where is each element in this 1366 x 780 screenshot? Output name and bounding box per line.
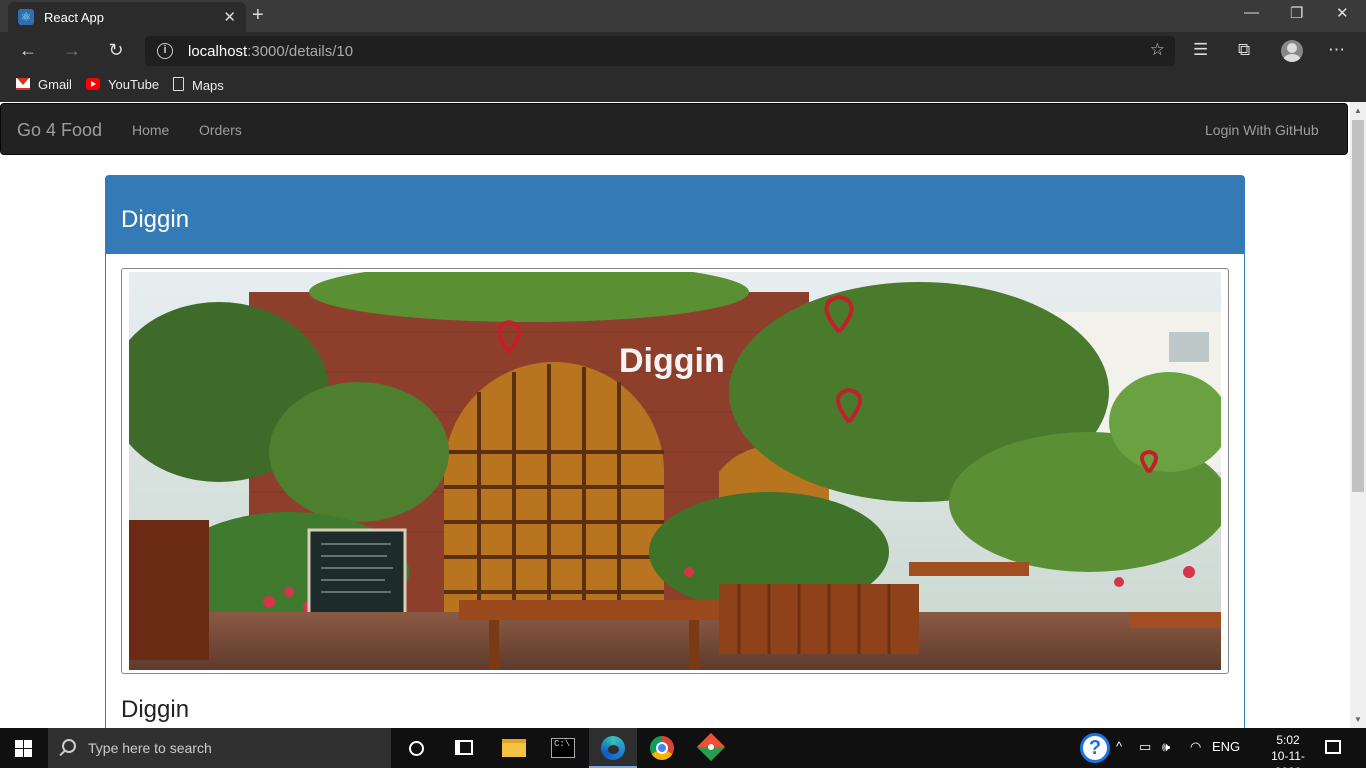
- windows-taskbar: Type here to search C:\ ? ^ ▭ 🕪 ◠ ENG 5:…: [0, 728, 1366, 779]
- close-window-icon[interactable]: ✕: [1336, 4, 1349, 22]
- app-navbar: Go 4 Food Home Orders Login With GitHub: [0, 103, 1348, 155]
- back-icon[interactable]: ←: [16, 40, 40, 61]
- url-text[interactable]: localhost:3000/details/10: [188, 43, 353, 60]
- terminal-icon: C:\: [551, 738, 575, 758]
- chrome-icon: [650, 736, 674, 760]
- cortana-icon[interactable]: [409, 741, 424, 756]
- taskbar-search[interactable]: Type here to search: [48, 728, 391, 768]
- forward-icon[interactable]: →: [60, 40, 84, 61]
- battery-icon[interactable]: ▭: [1139, 739, 1151, 755]
- bookmarks-bar: Gmail YouTube Maps: [0, 70, 1366, 102]
- react-icon: ⚛: [18, 9, 34, 25]
- file-explorer-app[interactable]: [490, 728, 538, 768]
- task-view-icon[interactable]: [455, 740, 473, 755]
- brand-link[interactable]: Go 4 Food: [17, 120, 102, 141]
- bookmark-gmail[interactable]: Gmail: [16, 77, 72, 92]
- youtube-icon: [86, 78, 100, 90]
- scroll-up-icon[interactable]: ▲: [1354, 106, 1362, 115]
- restore-icon[interactable]: ❐: [1290, 4, 1303, 22]
- show-hidden-icons-icon[interactable]: ^: [1116, 739, 1122, 754]
- url-path: :3000/details/10: [247, 43, 354, 60]
- tab-title: React App: [44, 10, 104, 25]
- info-icon[interactable]: i: [157, 43, 173, 59]
- gmail-icon: [16, 78, 30, 90]
- restaurant-photo: Diggin: [129, 272, 1221, 670]
- folder-icon: [502, 739, 526, 757]
- search-placeholder: Type here to search: [88, 740, 212, 756]
- address-toolbar: ← → ↻ i localhost:3000/details/10 ☆ ☰ ⧉ …: [0, 32, 1366, 70]
- close-tab-icon[interactable]: ✕: [223, 8, 236, 26]
- panel-heading: Diggin: [106, 176, 1244, 254]
- address-bar[interactable]: i localhost:3000/details/10 ☆: [145, 36, 1175, 66]
- browser-tab[interactable]: ⚛ React App ✕: [8, 2, 246, 32]
- browser-tab-strip: ⚛ React App ✕ + — ❐ ✕: [0, 0, 1366, 32]
- profile-avatar-icon[interactable]: [1281, 40, 1303, 62]
- volume-icon[interactable]: 🕪: [1162, 739, 1170, 755]
- login-github-link[interactable]: Login With GitHub: [1205, 122, 1319, 138]
- page-viewport: Go 4 Food Home Orders Login With GitHub …: [0, 102, 1350, 728]
- bookmark-label: YouTube: [108, 77, 160, 92]
- terminal-app[interactable]: C:\: [539, 728, 587, 768]
- git-icon: [696, 732, 726, 762]
- windows-start-icon[interactable]: [15, 740, 32, 757]
- page-scrollbar[interactable]: ▲ ▼: [1350, 102, 1366, 728]
- new-tab-icon[interactable]: +: [252, 4, 264, 27]
- collections-icon[interactable]: ⧉: [1238, 40, 1250, 60]
- git-app[interactable]: [687, 728, 735, 768]
- nav-orders[interactable]: Orders: [199, 122, 242, 138]
- svg-text:Diggin: Diggin: [619, 342, 725, 380]
- edge-icon: [601, 736, 625, 760]
- edge-app[interactable]: [589, 728, 637, 768]
- scroll-down-icon[interactable]: ▼: [1354, 715, 1362, 724]
- panel-title: Diggin: [121, 206, 190, 233]
- minimize-icon[interactable]: —: [1244, 4, 1259, 21]
- clock-time: 5:02: [1276, 733, 1300, 747]
- restaurant-name: Diggin: [121, 696, 190, 723]
- notifications-icon[interactable]: [1325, 740, 1341, 754]
- system-clock[interactable]: 5:02 10-11-2020: [1262, 732, 1314, 780]
- restaurant-image-frame: Diggin: [121, 268, 1229, 674]
- wifi-icon[interactable]: ◠: [1190, 739, 1201, 755]
- favorite-star-icon[interactable]: ☆: [1150, 40, 1165, 60]
- scrollbar-thumb[interactable]: [1352, 120, 1364, 492]
- nav-home[interactable]: Home: [132, 122, 169, 138]
- restaurant-panel: Diggin Diggin Diggin: [105, 175, 1245, 728]
- clock-date: 10-11-2020: [1271, 749, 1305, 779]
- more-menu-icon[interactable]: ⋯: [1328, 40, 1345, 60]
- refresh-icon[interactable]: ↻: [104, 40, 128, 61]
- page-icon: [173, 77, 184, 91]
- help-icon[interactable]: ?: [1080, 733, 1110, 763]
- language-indicator[interactable]: ENG: [1212, 739, 1240, 754]
- favorites-icon[interactable]: ☰: [1193, 40, 1208, 60]
- bookmark-label: Maps: [192, 78, 224, 93]
- chrome-app[interactable]: [638, 728, 686, 768]
- bookmark-youtube[interactable]: YouTube: [86, 77, 159, 92]
- bookmark-maps[interactable]: Maps: [173, 77, 224, 93]
- url-host: localhost: [188, 43, 248, 60]
- bookmark-label: Gmail: [38, 77, 72, 92]
- search-icon: [62, 739, 76, 753]
